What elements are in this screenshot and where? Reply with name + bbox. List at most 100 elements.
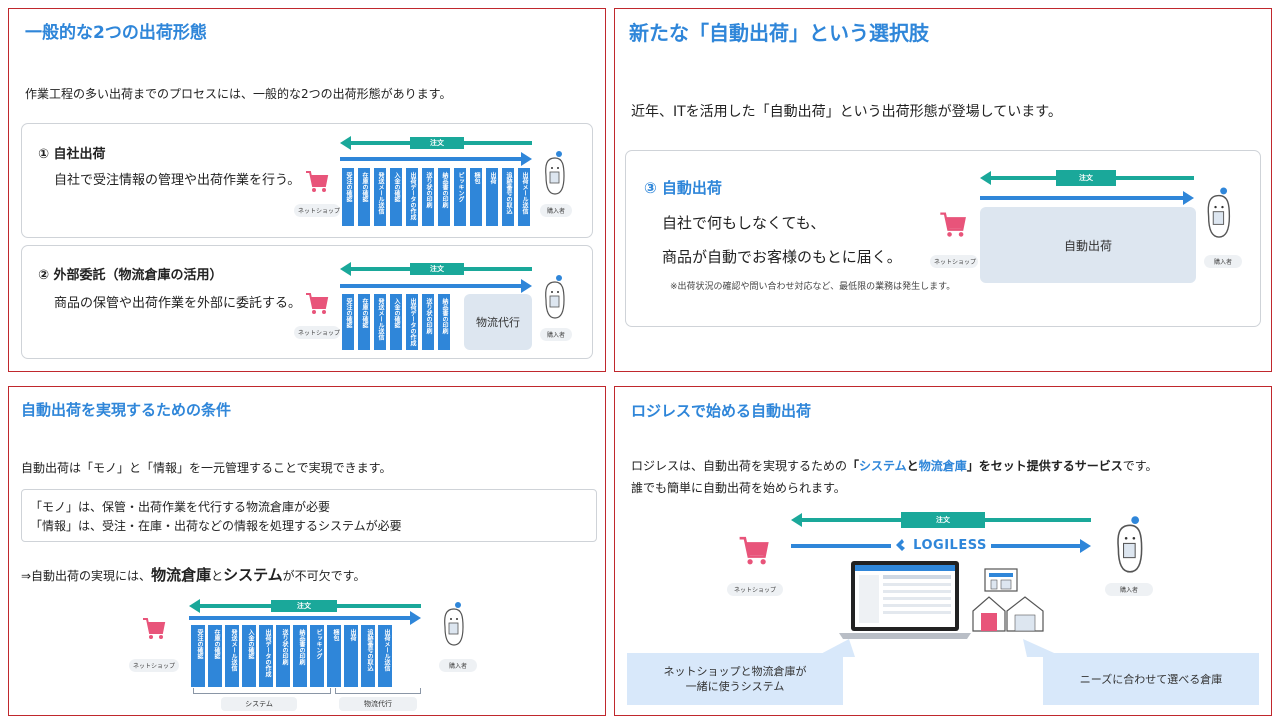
buyer-icon: [545, 275, 565, 319]
flow-arrow: [340, 284, 522, 288]
outsource-box: 物流代行: [464, 294, 532, 350]
panel-shipping-types: 一般的な2つの出荷形態 作業工程の多い出荷までのプロセスには、一般的な2つの出荷…: [8, 8, 606, 372]
buyer-icon: [444, 602, 464, 646]
order-tag: 注文: [1056, 170, 1116, 186]
warehouse-icon: [972, 568, 1044, 632]
cart-icon: [940, 212, 966, 237]
step: 納品書の印刷: [438, 168, 450, 226]
step: 送り状の印刷: [422, 168, 434, 226]
conditions-box: 「モノ」は、保管・出荷作業を代行する物流倉庫が必要 「情報」は、受注・在庫・出荷…: [21, 489, 597, 542]
shop-label: ネットショップ: [294, 326, 340, 339]
cart-icon: [306, 293, 329, 314]
service-line-warehouse: 物流倉庫: [918, 459, 967, 473]
step: 入金の確認: [390, 294, 402, 350]
system-label: システム: [221, 697, 297, 711]
panel-logiless: ロジレスで始める自動出荷 ロジレスは、自動出荷を実現するための「システムと物流倉…: [614, 386, 1272, 716]
shop-label: ネットショップ: [727, 583, 783, 596]
conclusion-system: システム: [223, 566, 283, 584]
case-box-inhouse: ① 自社出荷 自社で受注情報の管理や出荷作業を行う。 ネットショップ 注文 受注…: [21, 123, 593, 238]
flow-arrow-head: [521, 279, 532, 293]
conclusion-mid: と: [211, 569, 224, 583]
step: 納品書の印刷: [438, 294, 450, 350]
logiless-mark-icon: [896, 539, 906, 551]
step: 出荷メール送信: [518, 168, 530, 226]
flow-arrow: [189, 616, 411, 620]
service-line-q2: 」をセット提供するサービス: [966, 459, 1123, 473]
step: 在庫の確認: [358, 294, 370, 350]
case-desc: 自社で受注情報の管理や出荷作業を行う。: [54, 173, 301, 188]
step: 出荷データの作成: [406, 294, 418, 350]
case-note: ※出荷状況の確認や問い合わせ対応など、最低限の業務は発生します。: [670, 282, 956, 292]
process-steps: 受注の確認 在庫の確認 発送メール送信 入金の確認 出荷データの作成 送り状の印…: [191, 625, 392, 687]
order-tag: 注文: [410, 137, 464, 149]
step: 受注の確認: [342, 168, 354, 226]
flow-arrow-head: [410, 611, 421, 625]
case-heading: ③ 自動出荷: [644, 179, 722, 197]
condition-goods: 「モノ」は、保管・出荷作業を代行する物流倉庫が必要: [30, 500, 331, 514]
bubble-system: ネットショップと物流倉庫が 一緒に使うシステム: [627, 653, 843, 705]
service-line-suffix: です。: [1122, 459, 1158, 473]
bubble-system-line2: 一緒に使うシステム: [685, 680, 785, 693]
step: 出荷データの作成: [406, 168, 418, 226]
step: 在庫の確認: [358, 168, 370, 226]
step: 出荷データの作成: [259, 625, 273, 687]
case-heading: ② 外部委託（物流倉庫の活用）: [38, 268, 223, 283]
step: ピッキング: [454, 168, 466, 226]
auto-shipping-box: 自動出荷: [980, 207, 1196, 283]
condition-info: 「情報」は、受注・在庫・出荷などの情報を処理するシステムが必要: [30, 519, 402, 533]
order-tag: 注文: [271, 600, 337, 612]
step: 梱包: [327, 625, 341, 687]
step: 梱包: [470, 168, 482, 226]
buyer-label: 購入者: [540, 204, 572, 217]
service-line-system: システム: [859, 459, 907, 473]
panel-title: 一般的な2つの出荷形態: [25, 23, 207, 43]
case-line: 商品が自動でお客様のもとに届く。: [662, 248, 902, 266]
panel-intro: 近年、ITを活用した「自動出荷」という出荷形態が登場しています。: [631, 104, 1062, 120]
case-line: 自社で何もしなくても、: [662, 214, 826, 232]
step: 送り状の印刷: [276, 625, 290, 687]
conclusion: ⇒自動出荷の実現には、物流倉庫とシステムが不可欠です。: [21, 564, 365, 585]
order-tag: 注文: [410, 263, 464, 275]
panel-title: 自動出荷を実現するための条件: [21, 401, 232, 419]
conclusion-suffix: が不可欠です。: [282, 569, 366, 583]
panel-intro: 自動出荷は「モノ」と「情報」を一元管理することで実現できます。: [21, 461, 392, 475]
step: 入金の確認: [390, 168, 402, 226]
panel-title: 新たな「自動出荷」という選択肢: [629, 21, 929, 45]
conclusion-prefix: ⇒自動出荷の実現には、: [21, 569, 152, 583]
order-tag: 注文: [901, 512, 985, 528]
process-steps: 受注の確認 在庫の確認 発送メール送信 入金の確認 出荷データの作成 送り状の印…: [342, 168, 530, 226]
buyer-icon: [545, 151, 565, 195]
panel-auto-shipping-option: 新たな「自動出荷」という選択肢 近年、ITを活用した「自動出荷」という出荷形態が…: [614, 8, 1272, 372]
step: ピッキング: [310, 625, 324, 687]
logistics-brace: [335, 688, 421, 694]
step: 発送メール送信: [374, 168, 386, 226]
buyer-icon: [1207, 187, 1231, 238]
service-line-q1: 「: [847, 459, 860, 473]
service-line-prefix: ロジレスは、自動出荷を実現するための: [631, 459, 848, 473]
buyer-label: 購入者: [439, 659, 477, 672]
shop-label: ネットショップ: [294, 204, 340, 217]
step: 受注の確認: [342, 294, 354, 350]
buyer-label: 購入者: [1204, 255, 1242, 268]
step: 追跡番号の取込: [502, 168, 514, 226]
step: 納品書の印刷: [293, 625, 307, 687]
service-line-and: と: [906, 459, 919, 473]
panel-title: ロジレスで始める自動出荷: [631, 402, 812, 420]
buyer-label: 購入者: [540, 328, 572, 341]
step: 入金の確認: [242, 625, 256, 687]
bubble-system-line1: ネットショップと物流倉庫が: [663, 665, 807, 678]
flow-arrow: [340, 157, 522, 161]
service-line-2: 誰でも簡単に自動出荷を始められます。: [631, 481, 846, 495]
process-steps: 受注の確認 在庫の確認 発送メール送信 入金の確認 出荷データの作成 送り状の印…: [342, 294, 450, 350]
step: 発送メール送信: [225, 625, 239, 687]
logo-text: LOGILESS: [913, 537, 987, 553]
step: 在庫の確認: [208, 625, 222, 687]
case-box-auto: ③ 自動出荷 自社で何もしなくても、 商品が自動でお客様のもとに届く。 ※出荷状…: [625, 150, 1261, 327]
flow-arrow-head: [1183, 191, 1194, 205]
conclusion-warehouse: 物流倉庫: [151, 566, 212, 584]
step: 出荷メール送信: [378, 625, 392, 687]
shop-label: ネットショップ: [129, 659, 179, 672]
system-brace: [193, 688, 331, 694]
flow-arrow: [980, 196, 1184, 200]
logistics-label: 物流代行: [339, 697, 417, 711]
